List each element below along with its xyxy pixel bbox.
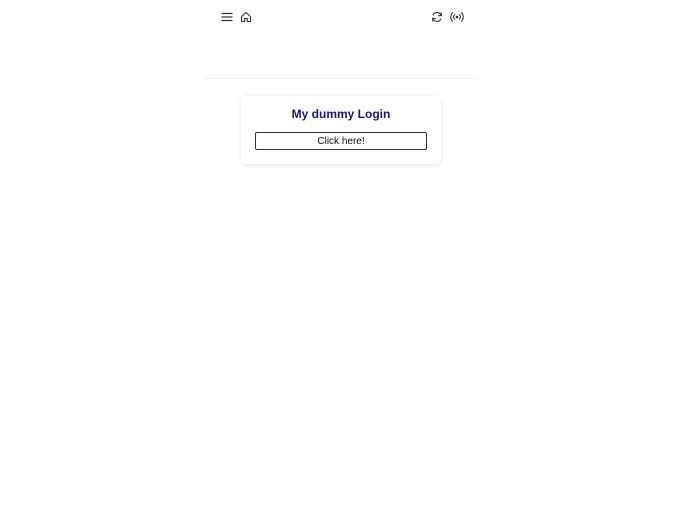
click-here-button[interactable]: Click here! [255,132,427,150]
home-icon[interactable] [239,10,253,24]
broadcast-icon[interactable] [450,10,464,24]
toolbar-left-group [220,10,253,24]
top-toolbar [220,9,464,24]
app-page: My dummy Login Click here! [0,0,688,512]
login-title: My dummy Login [291,107,391,121]
menu-icon[interactable] [220,10,234,24]
header-divider [203,78,478,79]
login-card: My dummy Login Click here! [241,96,441,164]
refresh-icon[interactable] [430,10,444,24]
toolbar-right-group [430,10,464,24]
